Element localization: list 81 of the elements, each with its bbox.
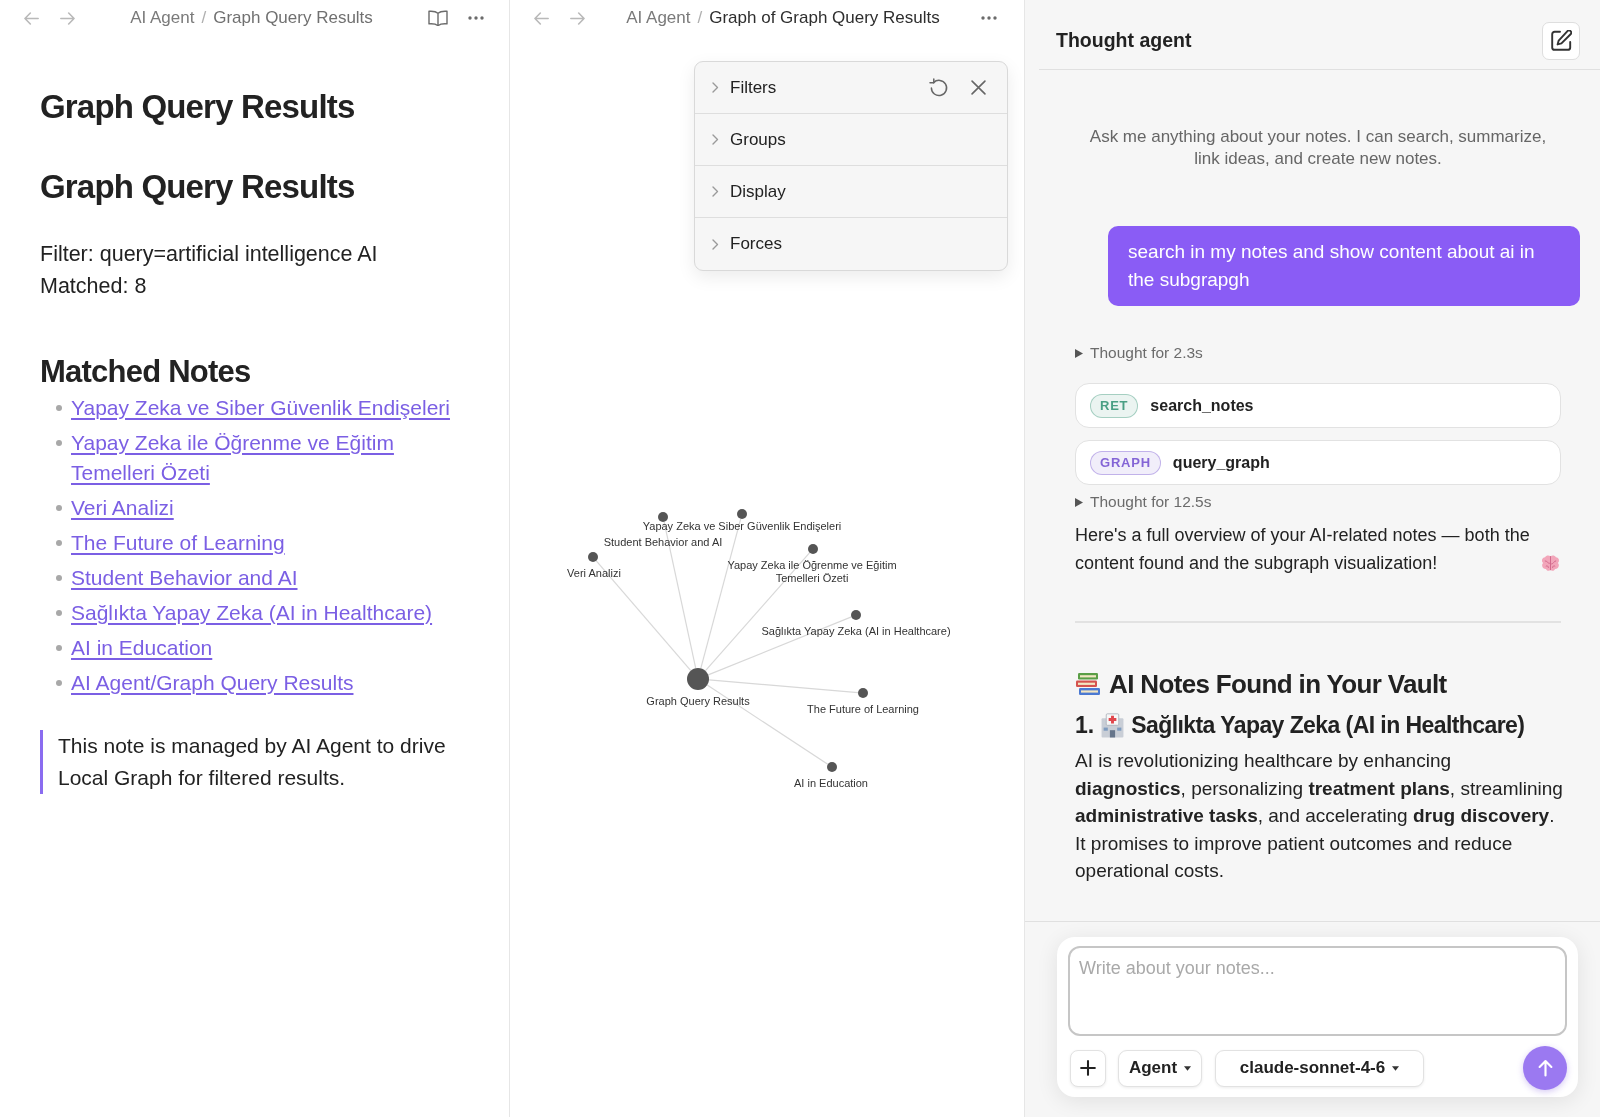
hospital-icon (1100, 712, 1126, 738)
books-icon (1075, 672, 1101, 696)
assistant-message: Here's a full overview of your AI-related notes — both the content found and the subgraph visualization! (1075, 524, 1531, 575)
node-label: Graph Query Results (646, 694, 750, 708)
thought-toggle[interactable]: Thought for 12.5s (1075, 491, 1580, 513)
circular-arrow-icon[interactable] (929, 77, 949, 98)
section-toggle[interactable]: Filters (712, 74, 777, 101)
pencil-square-icon (1550, 30, 1572, 51)
add-button[interactable] (1070, 1049, 1106, 1087)
brain-icon (1540, 554, 1561, 572)
note-link[interactable]: Sağlıkta Yapay Zeka (AI in Healthcare) (71, 597, 433, 628)
close-icon[interactable] (971, 80, 986, 95)
note-title: Graph of Graph Query Results (709, 7, 940, 30)
note-text: Matched: 8 (40, 273, 147, 300)
graph-node (851, 610, 861, 620)
arrow-up-icon (1537, 1059, 1553, 1077)
note-link[interactable]: Yapay Zeka ve Siber Güvenlik Endişeleri (71, 392, 450, 423)
bullet-icon (56, 439, 62, 446)
breadcrumb-separator: / (201, 7, 207, 30)
plus-icon (1080, 1060, 1096, 1076)
note-link[interactable]: AI Agent/Graph Query Results (71, 667, 354, 698)
section-toggle[interactable]: Groups (712, 126, 786, 153)
graph-node (808, 544, 818, 554)
node-label: The Future of Learning (807, 702, 919, 716)
node-label: AI in Education (794, 776, 868, 790)
graph-node (737, 509, 747, 519)
quote-text: This note is managed by AI Agent to drive Local Graph for filtered results. (58, 733, 447, 791)
breadcrumb-link[interactable]: AI Agent (130, 5, 195, 31)
breadcrumb-link[interactable]: AI Agent (626, 5, 691, 31)
note-title: Graph Query Results (213, 7, 373, 30)
graph-node (687, 668, 709, 690)
book-open-icon[interactable] (428, 10, 448, 26)
graph-node (588, 552, 598, 562)
section-heading: AI Notes Found in Your Vault (1109, 667, 1447, 701)
section-heading: Matched Notes (40, 354, 251, 390)
bullet-icon (56, 539, 62, 546)
send-button[interactable] (1523, 1046, 1567, 1090)
note-link[interactable]: Yapay Zeka ile Öğrenme ve Eğitim Temelleri Özeti (71, 427, 470, 488)
tool-badge: RET (1090, 393, 1139, 418)
caret-down-icon (1392, 1065, 1400, 1071)
user-message: search in my notes and show content about ai in the subgrapgh (1108, 226, 1580, 306)
graph-node (658, 512, 668, 522)
note-link[interactable]: Student Behavior and AI (71, 562, 298, 593)
note-link[interactable]: AI in Education (71, 632, 213, 663)
caret-down-icon (1184, 1065, 1192, 1071)
tool-badge: GRAPH (1090, 450, 1161, 475)
more-icon[interactable] (468, 16, 484, 20)
bullet-icon (56, 609, 62, 616)
section-toggle[interactable]: Forces (712, 231, 782, 257)
note-summary: AI is revolutionizing healthcare by enhancing diagnostics, personalizing treatment plans, streamlining administrative tasks, and accelerating drug discovery. It promises to improve patient outcomes and reduce operational costs. (1075, 749, 1563, 883)
tool-name: search_notes (1150, 395, 1254, 416)
note-link[interactable]: Veri Analizi (71, 492, 174, 523)
node-label: Yapay Zeka ve Siber Güvenlik Endişeleri (642, 519, 842, 533)
bullet-icon (56, 404, 62, 411)
node-label: Veri Analizi (567, 566, 621, 580)
new-chat-button[interactable] (1542, 21, 1580, 60)
note-heading: Graph Query Results (40, 88, 355, 126)
message-input[interactable]: Write about your notes... (1068, 946, 1567, 1036)
panel-title: Thought agent (1056, 27, 1192, 53)
intro-text: Ask me anything about your notes. I can search, summarize, link ideas, and create new notes. (1088, 126, 1548, 170)
graph-node (827, 762, 837, 772)
bullet-icon (56, 574, 62, 581)
breadcrumb-separator: / (697, 7, 703, 30)
graph-node (858, 688, 868, 698)
node-label: Student Behavior and AI (603, 535, 723, 549)
note-heading: Sağlıkta Yapay Zeka (AI in Healthcare) (1131, 710, 1525, 740)
model-dropdown[interactable]: claude-sonnet-4-6 (1215, 1049, 1424, 1087)
bullet-icon (56, 679, 62, 686)
thought-toggle[interactable]: Thought for 2.3s (1075, 342, 1580, 364)
note-link[interactable]: The Future of Learning (71, 527, 285, 558)
bullet-icon (56, 644, 62, 651)
node-label: Yapay Zeka ile Öğrenme ve Eğitim Temelleri Özeti (726, 559, 898, 585)
heading-number: 1. (1075, 710, 1095, 740)
node-label: Sağlıkta Yapay Zeka (AI in Healthcare) (761, 624, 951, 638)
note-heading: Graph Query Results (40, 168, 355, 206)
note-text: Filter: query=artificial intelligence AI (40, 241, 378, 268)
tool-name: query_graph (1172, 452, 1270, 473)
mode-dropdown[interactable]: Agent (1118, 1049, 1202, 1087)
bullet-icon (56, 504, 62, 511)
more-icon[interactable] (981, 16, 997, 20)
section-toggle[interactable]: Display (712, 178, 786, 205)
